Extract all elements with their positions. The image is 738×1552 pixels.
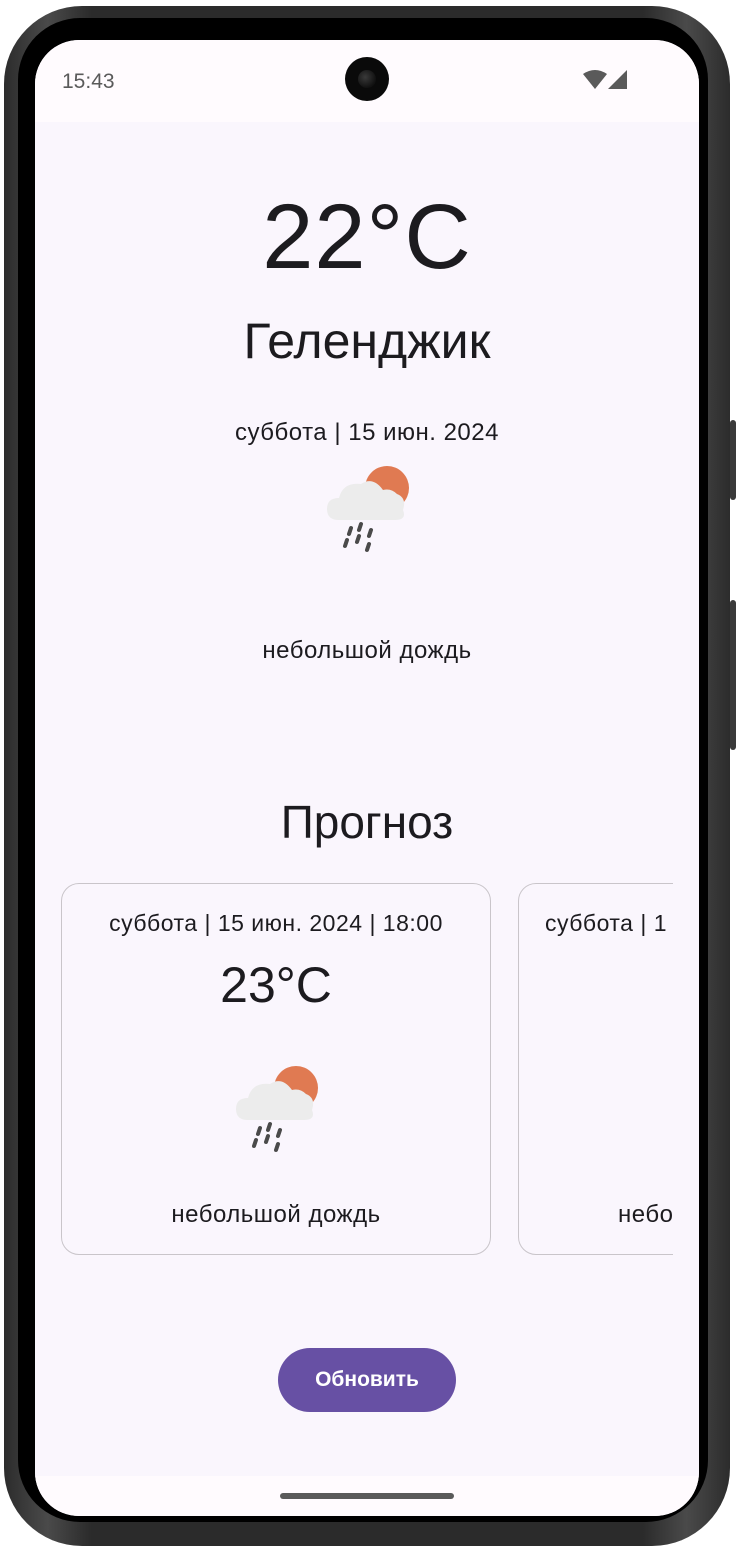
rain-cloud-sun-icon [327,466,409,552]
current-date: суббота | 15 июн. 2024 [235,419,499,446]
current-description: небольшой дождь [262,637,472,664]
status-icons [583,70,627,89]
forecast-list[interactable]: суббота | 15 июн. 2024 | 18:00 23°C небо… [61,883,673,1257]
forecast-card-temperature: 23°C [220,957,332,1013]
wifi-icon [583,70,607,89]
forecast-card-description: небо [618,1201,673,1228]
volume-button [730,600,736,750]
forecast-card-date: суббота | 15 июн. 2024 | 18:00 [109,910,443,936]
signal-icon [608,70,627,89]
forecast-card[interactable]: суббота | 15 июн. 2024 | 18:00 23°C небо… [61,883,491,1255]
front-camera [345,57,389,101]
status-bar: 15:43 [35,40,699,122]
rain-cloud-sun-icon [236,1066,318,1152]
current-temperature: 22°C [262,186,472,288]
screen: 15:43 22°C Геленджик суббота | 15 июн. 2… [35,40,699,1516]
forecast-heading: Прогноз [280,796,454,848]
status-time: 15:43 [62,70,115,93]
refresh-button[interactable]: Обновить [278,1348,456,1412]
gesture-nav-bar [35,1476,699,1516]
forecast-card[interactable]: суббота | 1 небо [518,883,673,1255]
main-content: 22°C Геленджик суббота | 15 июн. 2024 не… [35,122,699,1476]
forecast-card-description: небольшой дождь [171,1201,381,1228]
home-handle[interactable] [280,1493,454,1499]
city-name: Геленджик [243,313,491,369]
forecast-card-date: суббота | 1 [545,910,668,936]
power-button [730,420,736,500]
